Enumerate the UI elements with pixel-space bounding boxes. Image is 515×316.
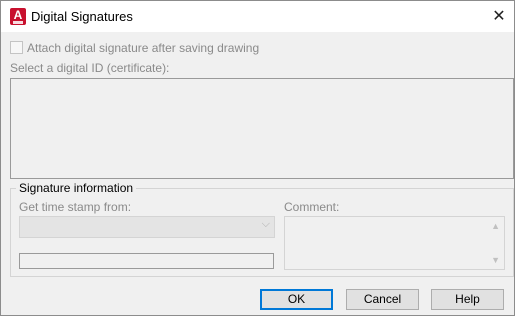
dialog-title: Digital Signatures [31,9,133,24]
help-button[interactable]: Help [431,289,504,310]
timestamp-field[interactable] [19,253,274,269]
certificate-list[interactable] [10,78,514,179]
attach-signature-checkbox-row[interactable]: Attach digital signature after saving dr… [10,41,259,55]
autocad-app-icon: A [10,8,26,25]
ok-button[interactable]: OK [260,289,333,310]
chevron-down-icon: ⌵ [261,218,270,230]
attach-signature-label: Attach digital signature after saving dr… [27,41,260,55]
digital-signatures-dialog: A Digital Signatures ✕ Attach digital si… [0,0,515,316]
cancel-button[interactable]: Cancel [346,289,419,310]
signature-info-title: Signature information [16,181,137,195]
close-icon[interactable]: ✕ [484,1,514,32]
comment-label: Comment: [284,200,340,214]
app-icon-letter: A [13,8,23,22]
timestamp-dropdown[interactable]: ⌵ [19,216,275,238]
timestamp-label: Get time stamp from: [19,200,132,214]
comment-textarea[interactable]: ▲ ▼ [284,216,505,270]
attach-signature-checkbox[interactable] [10,41,23,54]
scroll-down-icon[interactable]: ▼ [491,255,500,265]
scroll-up-icon[interactable]: ▲ [491,221,500,231]
title-bar: A Digital Signatures ✕ [1,1,514,32]
certificate-label: Select a digital ID (certificate): [10,61,170,75]
